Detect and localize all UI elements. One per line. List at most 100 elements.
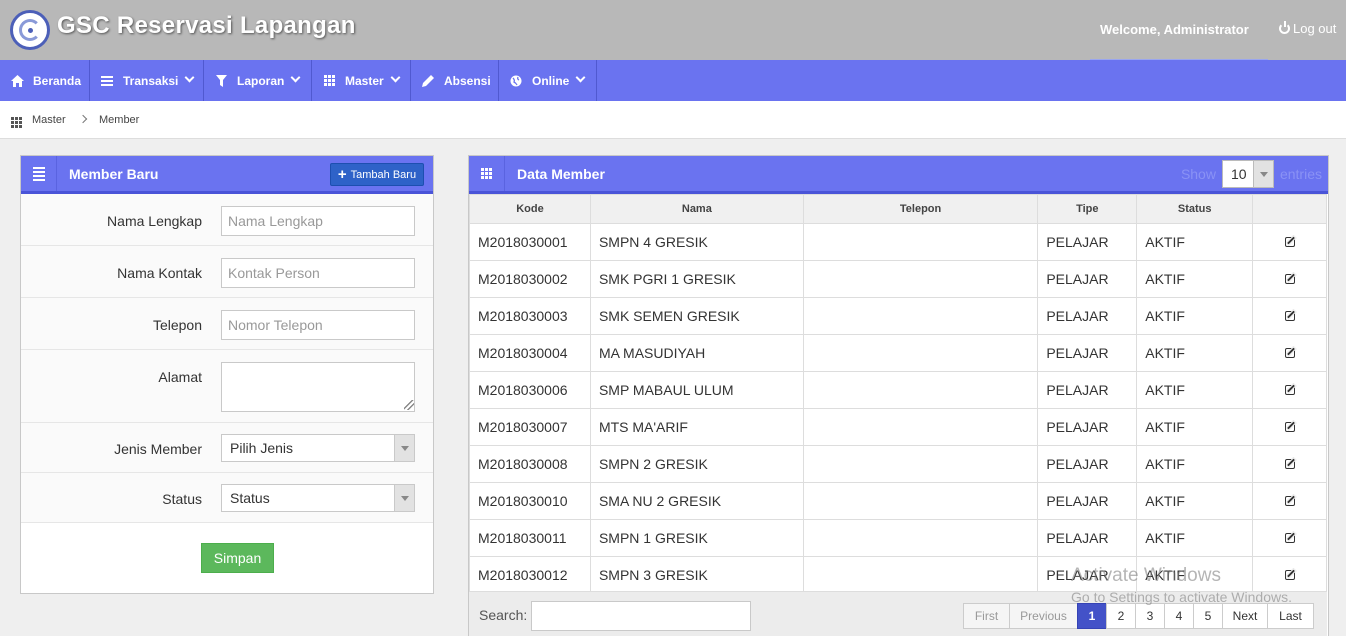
- alamat-label: Alamat: [158, 369, 202, 385]
- table-row: M2018030004 MA MASUDIYAH PELAJAR AKTIF: [469, 334, 1327, 372]
- pagination-page-3[interactable]: 3: [1135, 603, 1165, 629]
- table-header-row: Kode Nama Telepon Tipe Status: [469, 194, 1327, 224]
- nama-kontak-input[interactable]: [221, 258, 415, 288]
- pagination-previous[interactable]: Previous: [1009, 603, 1078, 629]
- nav-item-transaksi[interactable]: Transaksi: [90, 60, 204, 101]
- table-panel-title: Data Member: [517, 166, 605, 182]
- welcome-user-menu[interactable]: Welcome, Administrator: [1100, 22, 1249, 37]
- pagination-page-4[interactable]: 4: [1164, 603, 1194, 629]
- nama-lengkap-input[interactable]: [221, 206, 415, 236]
- cell-status: AKTIF: [1136, 482, 1254, 520]
- status-select[interactable]: Status: [221, 484, 415, 512]
- main-nav: Beranda Transaksi Laporan Master Absensi…: [0, 60, 1346, 101]
- cell-tipe: PELAJAR: [1037, 519, 1138, 557]
- pagination-page-5[interactable]: 5: [1193, 603, 1223, 629]
- edit-icon[interactable]: [1284, 237, 1295, 247]
- watermark-title: Activate Windows: [1071, 565, 1221, 586]
- watermark-subtitle: Go to Settings to activate Windows.: [1071, 589, 1292, 605]
- status-selected: Status: [230, 490, 270, 506]
- edit-icon[interactable]: [1284, 385, 1295, 395]
- dropdown-arrow-icon: [394, 485, 414, 511]
- cell-telepon: [802, 334, 1039, 372]
- pagination-page-1[interactable]: 1: [1077, 603, 1107, 629]
- table-row: M2018030007 MTS MA'ARIF PELAJAR AKTIF: [469, 408, 1327, 446]
- form-row-nama-kontak: Nama Kontak: [21, 246, 433, 298]
- cell-tipe: PELAJAR: [1037, 223, 1138, 261]
- nav-item-absensi[interactable]: Absensi: [411, 60, 499, 101]
- cell-telepon: [802, 223, 1039, 261]
- save-button[interactable]: Simpan: [201, 543, 274, 573]
- cell-action: [1252, 482, 1327, 520]
- cell-kode: M2018030010: [469, 482, 591, 520]
- dropdown-arrow-icon: [394, 435, 414, 461]
- telepon-input[interactable]: [221, 310, 415, 340]
- jenis-member-select[interactable]: Pilih Jenis: [221, 434, 415, 462]
- edit-icon[interactable]: [1284, 496, 1295, 506]
- col-header-telepon[interactable]: Telepon: [802, 194, 1039, 224]
- pagination-last[interactable]: Last: [1267, 603, 1314, 629]
- cell-status: AKTIF: [1136, 334, 1254, 372]
- cell-status: AKTIF: [1136, 371, 1254, 409]
- entries-select[interactable]: 10: [1221, 160, 1274, 188]
- cell-nama: SMA NU 2 GRESIK: [589, 482, 804, 520]
- pagination-first[interactable]: First: [963, 603, 1010, 629]
- cell-telepon: [802, 260, 1039, 298]
- table-row: M2018030002 SMK PGRI 1 GRESIK PELAJAR AK…: [469, 260, 1327, 298]
- member-table: Kode Nama Telepon Tipe Status M201803000…: [469, 194, 1327, 594]
- nav-label-beranda: Beranda: [33, 73, 82, 88]
- edit-icon[interactable]: [1284, 348, 1295, 358]
- cell-telepon: [802, 482, 1039, 520]
- edit-icon[interactable]: [1284, 274, 1295, 284]
- table-row: M2018030006 SMP MABAUL ULUM PELAJAR AKTI…: [469, 371, 1327, 409]
- breadcrumb-master[interactable]: Master: [32, 114, 66, 126]
- resize-grip-icon[interactable]: [404, 400, 414, 410]
- cell-action: [1252, 223, 1327, 261]
- grid-icon: [322, 74, 336, 88]
- cell-kode: M2018030001: [469, 223, 591, 261]
- form-panel-header: Member Baru + Tambah Baru: [21, 156, 433, 194]
- nav-item-master[interactable]: Master: [312, 60, 411, 101]
- cell-nama: SMPN 1 GRESIK: [589, 519, 804, 557]
- cell-status: AKTIF: [1136, 445, 1254, 483]
- col-header-status[interactable]: Status: [1136, 194, 1254, 224]
- telepon-label: Telepon: [152, 317, 202, 333]
- cell-nama: SMP MABAUL ULUM: [589, 371, 804, 409]
- jenis-member-selected: Pilih Jenis: [230, 440, 294, 456]
- cell-tipe: PELAJAR: [1037, 445, 1138, 483]
- cell-status: AKTIF: [1136, 297, 1254, 335]
- edit-icon[interactable]: [1284, 533, 1295, 543]
- status-label: Status: [162, 491, 202, 507]
- logout-link[interactable]: Log out: [1279, 21, 1336, 36]
- table-panel-header: Data Member Show 10 entries: [469, 156, 1328, 194]
- member-table-panel: Data Member Show 10 entries Kode Nama Te…: [468, 155, 1329, 636]
- cell-status: AKTIF: [1136, 408, 1254, 446]
- cell-telepon: [802, 371, 1039, 409]
- chevron-right-icon: [78, 114, 88, 124]
- cell-action: [1252, 334, 1327, 372]
- logout-label: Log out: [1293, 21, 1337, 36]
- cell-status: AKTIF: [1136, 223, 1254, 261]
- member-form-panel: Member Baru + Tambah Baru Nama Lengkap N…: [20, 155, 434, 594]
- cell-kode: M2018030012: [469, 556, 591, 594]
- add-new-button[interactable]: + Tambah Baru: [330, 163, 424, 186]
- col-header-nama[interactable]: Nama: [589, 194, 804, 224]
- edit-icon[interactable]: [1284, 422, 1295, 432]
- edit-icon[interactable]: [1284, 459, 1295, 469]
- form-row-status: Status Status: [21, 473, 433, 523]
- pagination-next[interactable]: Next: [1222, 603, 1268, 629]
- alamat-textarea[interactable]: [221, 362, 415, 412]
- search-input[interactable]: [531, 601, 751, 631]
- col-header-kode[interactable]: Kode: [469, 194, 591, 224]
- col-header-tipe[interactable]: Tipe: [1037, 194, 1138, 224]
- list-icon: [100, 74, 114, 88]
- nav-item-laporan[interactable]: Laporan: [204, 60, 312, 101]
- nav-item-beranda[interactable]: Beranda: [0, 60, 90, 101]
- cell-kode: M2018030003: [469, 297, 591, 335]
- pagination-page-2[interactable]: 2: [1106, 603, 1136, 629]
- edit-icon[interactable]: [1284, 311, 1295, 321]
- globe-icon: [509, 74, 523, 88]
- cell-nama: SMPN 2 GRESIK: [589, 445, 804, 483]
- cell-nama: SMK SEMEN GRESIK: [589, 297, 804, 335]
- form-row-alamat: Alamat: [21, 350, 433, 423]
- nav-item-online[interactable]: Online: [499, 60, 597, 101]
